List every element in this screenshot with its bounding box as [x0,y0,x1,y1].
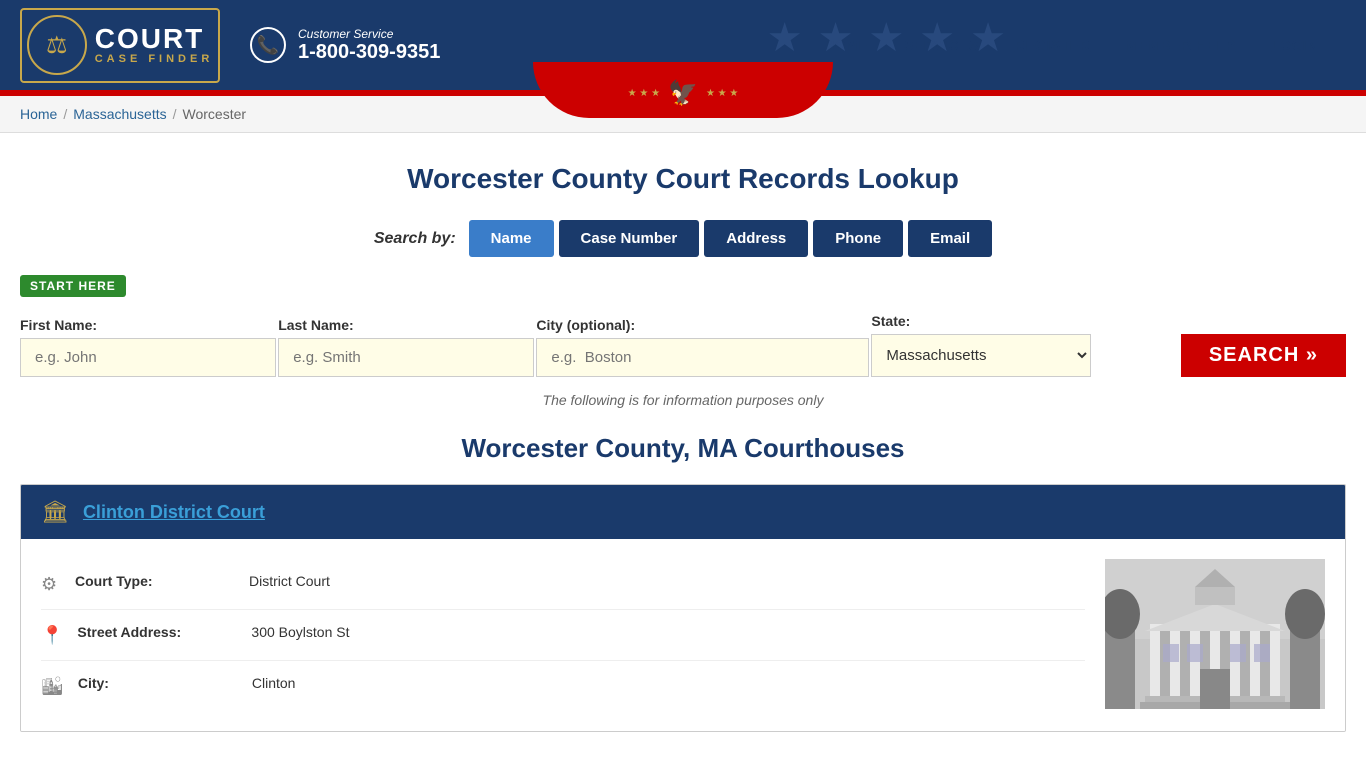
search-by-label: Search by: [374,230,456,248]
phone-label: Customer Service [298,27,440,41]
city-field-group: City (optional): [536,317,869,377]
court-card-body: ⚙ Court Type: District Court 📍 Street Ad… [21,539,1345,731]
court-card-clinton: 🏛 Clinton District Court ⚙ Court Type: D… [20,484,1346,732]
breadcrumb-sep-2: / [173,106,177,122]
court-building-image [1105,559,1325,709]
eagle-emblem: ★ ★ ★ 🦅 ★ ★ ★ [628,79,739,108]
court-type-value: District Court [249,573,330,589]
search-tab-email[interactable]: Email [908,220,992,257]
search-tab-name[interactable]: Name [469,220,554,257]
court-type-icon: ⚙ [41,574,61,595]
court-street-label: Street Address: [77,624,237,640]
city-input[interactable] [536,338,869,377]
start-here-container: START HERE [20,275,1346,305]
court-info-details: ⚙ Court Type: District Court 📍 Street Ad… [41,559,1085,711]
logo-casefinder-text: CASE FINDER [95,53,214,65]
search-tab-case-number[interactable]: Case Number [559,220,700,257]
breadcrumb-state[interactable]: Massachusetts [73,106,166,122]
location-icon: 📍 [41,625,63,646]
first-name-field-group: First Name: [20,317,276,377]
site-header: ★ ★ ★ ★ ★ ⚖ COURT CASE FINDER 📞 Customer… [0,0,1366,90]
first-name-input[interactable] [20,338,276,377]
court-city-row: 🏙 City: Clinton [41,661,1085,711]
site-logo[interactable]: ⚖ COURT CASE FINDER [20,8,220,83]
star-icon-4: ★ [919,15,955,61]
last-name-field-group: Last Name: [278,317,534,377]
court-building-svg [1105,559,1325,709]
breadcrumb-sep-1: / [63,106,67,122]
city-label: City (optional): [536,317,869,333]
breadcrumb-home[interactable]: Home [20,106,57,122]
search-button[interactable]: SEARCH » [1181,334,1346,377]
logo-emblem-icon: ⚖ [27,15,87,75]
court-street-row: 📍 Street Address: 300 Boylston St [41,610,1085,661]
nav-login[interactable]: LOGIN [1253,29,1336,61]
star-icon-2: ★ [818,15,854,61]
court-city-value: Clinton [252,675,296,691]
phone-number: 1-800-309-9351 [298,41,440,64]
courthouse-icon: 🏛 [41,499,69,525]
state-field-group: State: Massachusetts AlabamaAlaskaArizon… [871,313,1178,377]
search-tab-address[interactable]: Address [704,220,808,257]
city-icon: 🏙 [41,676,64,697]
red-arc: ★ ★ ★ 🦅 ★ ★ ★ [533,62,833,118]
page-title: Worcester County Court Records Lookup [20,163,1346,195]
court-street-value: 300 Boylston St [251,624,349,640]
breadcrumb-current: Worcester [183,106,247,122]
court-type-label: Court Type: [75,573,235,589]
court-name-link[interactable]: Clinton District Court [83,502,265,523]
court-type-row: ⚙ Court Type: District Court [41,559,1085,610]
star-icon-5: ★ [970,15,1006,61]
court-card-header: 🏛 Clinton District Court [21,485,1345,539]
phone-text-block: Customer Service 1-800-309-9351 [298,27,440,64]
star-icon-3: ★ [868,15,904,61]
search-tab-phone[interactable]: Phone [813,220,903,257]
nav-member-help[interactable]: MEMBER HELP [1108,29,1253,61]
nav-register[interactable]: REGISTER [997,29,1109,61]
stars-left: ★ ★ ★ [628,88,660,99]
stars-right: ★ ★ ★ [706,88,738,99]
court-city-label: City: [78,675,238,691]
star-icon-1: ★ [767,15,803,61]
header-arc-decoration: ★ ★ ★ 🦅 ★ ★ ★ [533,62,833,118]
courthouses-section-title: Worcester County, MA Courthouses [20,433,1346,464]
phone-icon: 📞 [250,27,286,63]
state-select[interactable]: Massachusetts AlabamaAlaskaArizona Arkan… [871,334,1091,377]
main-content: Worcester County Court Records Lookup Se… [0,133,1366,782]
disclaimer-text: The following is for information purpose… [20,392,1346,408]
logo-text: COURT CASE FINDER [95,25,214,65]
eagle-icon: 🦅 [668,79,698,108]
last-name-input[interactable] [278,338,534,377]
first-name-label: First Name: [20,317,276,333]
last-name-label: Last Name: [278,317,534,333]
customer-service-phone: 📞 Customer Service 1-800-309-9351 [250,27,440,64]
start-here-badge: START HERE [20,275,126,297]
search-fields-row: First Name: Last Name: City (optional): … [20,313,1346,377]
state-label: State: [871,313,1178,329]
search-by-row: Search by: Name Case Number Address Phon… [20,220,1346,257]
logo-court-text: COURT [95,25,205,53]
